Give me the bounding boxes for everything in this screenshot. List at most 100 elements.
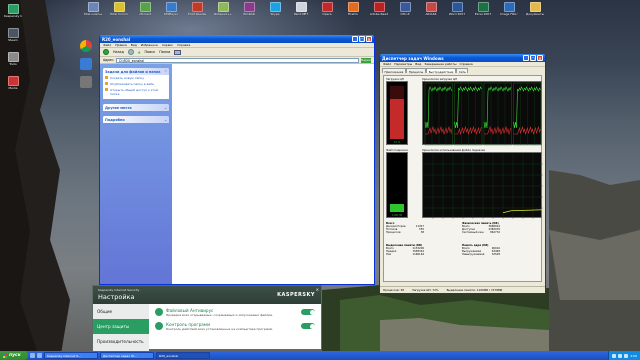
task-group-header[interactable]: Задачи для файлов и папок ⌃: [103, 68, 169, 75]
task-link[interactable]: Открыть общий доступ к этой папке: [103, 87, 169, 99]
close-button[interactable]: ×: [537, 55, 543, 61]
views-icon[interactable]: [174, 49, 182, 55]
back-arrow-icon[interactable]: [103, 49, 109, 55]
desktop-icon[interactable]: Skype: [266, 2, 284, 16]
file-antivirus-toggle[interactable]: [301, 309, 315, 315]
address-input[interactable]: D:\R20_eonshal: [116, 57, 359, 63]
desktop-icon[interactable]: Excel 2007: [474, 2, 492, 16]
tray-kaspersky-icon[interactable]: [612, 353, 617, 358]
desktop-icon[interactable]: WinRAR: [240, 2, 258, 16]
close-button[interactable]: ×: [366, 36, 372, 42]
desktop-icon[interactable]: Total Commander: [110, 2, 128, 16]
desktop-icon-label: Foxit Reader: [188, 13, 206, 16]
totals-section: Всего Дескрипторов 11307 Потоков 555 Проце…: [386, 222, 424, 234]
menu-file[interactable]: Файл: [103, 43, 111, 47]
task-group-header[interactable]: Подробно ⌄: [103, 116, 169, 123]
desktop-icon[interactable]: Firefox: [344, 2, 362, 16]
quicklaunch-desktop-icon[interactable]: [37, 353, 42, 358]
expand-icon[interactable]: ⌄: [164, 118, 167, 122]
kaspersky-header[interactable]: Kaspersky Internet Security Настройка KA…: [93, 286, 321, 304]
desktop-icon[interactable]: Kaspersky Internet: [4, 4, 22, 18]
nav-performance[interactable]: Производительность: [93, 334, 149, 349]
minimize-button[interactable]: _: [523, 55, 529, 61]
menu-options[interactable]: Параметры: [394, 62, 412, 66]
desktop-icon[interactable]: uTorrent: [136, 2, 154, 16]
minimize-button[interactable]: _: [352, 36, 358, 42]
desktop-icon[interactable]: Media: [4, 76, 22, 90]
expand-icon[interactable]: ⌄: [164, 106, 167, 110]
nav-protection-center[interactable]: Центр защиты: [93, 319, 149, 334]
task-group-header[interactable]: Другие места ⌄: [103, 104, 169, 111]
menu-tools[interactable]: Сервис: [162, 43, 173, 47]
desktop-icon-label: Firefox: [348, 13, 358, 16]
pagefile-value: 1,08 ГБ: [392, 213, 402, 217]
cpu-usage-value: 72 %: [393, 140, 401, 144]
app-icon: [529, 2, 541, 12]
menu-file[interactable]: Файл: [383, 62, 391, 66]
forward-arrow-icon[interactable]: [127, 49, 134, 55]
tray-volume-icon[interactable]: [624, 353, 629, 358]
app-icon: [7, 52, 19, 62]
search-button[interactable]: Поиск: [144, 50, 155, 54]
close-icon[interactable]: ×: [316, 287, 319, 292]
desktop-icon[interactable]: AIDA64: [422, 2, 440, 16]
menu-help[interactable]: Справка: [177, 43, 190, 47]
kaspersky-settings-window[interactable]: Kaspersky Internet Security Настройка KA…: [92, 285, 322, 351]
desktop-icon[interactable]: Opera: [318, 2, 336, 16]
app-icon[interactable]: [80, 76, 92, 88]
go-button[interactable]: Переход: [361, 57, 374, 63]
menu-view[interactable]: Вид: [131, 43, 137, 47]
app-icon: [191, 2, 203, 12]
menu-favorites[interactable]: Избранное: [141, 43, 158, 47]
app-control-toggle[interactable]: [301, 323, 315, 329]
chrome-icon[interactable]: [80, 40, 92, 52]
desktop-icon[interactable]: Notepad++: [214, 2, 232, 16]
desktop-icon[interactable]: Word 2007: [448, 2, 466, 16]
desktop-icon[interactable]: Adobe Reader: [370, 2, 388, 16]
folders-button[interactable]: Папки: [159, 50, 170, 54]
file-antivirus-icon: [155, 308, 163, 316]
tray-clock[interactable]: 4:06: [630, 354, 637, 358]
tray-network-icon[interactable]: [618, 353, 623, 358]
tab-applications[interactable]: Приложения: [382, 68, 406, 74]
file-list-area[interactable]: [172, 64, 374, 284]
cpu-history-graph: [422, 81, 542, 146]
desktop-icon[interactable]: Steam: [4, 28, 22, 42]
explorer-window[interactable]: R20_eonshal _ □ × Файл Правка Вид Избран…: [99, 35, 375, 285]
explorer-titlebar[interactable]: R20_eonshal _ □ ×: [100, 35, 374, 43]
pagefile-history-graph: [422, 152, 544, 219]
taskbar-button-kaspersky[interactable]: Kaspersky Internet S...: [44, 352, 98, 359]
nav-general[interactable]: Общие: [93, 304, 149, 319]
desktop-icon-label: AIDA64: [425, 13, 437, 16]
back-button[interactable]: Назад: [113, 50, 124, 54]
task-manager-window[interactable]: Диспетчер задач Windows _ □ × Файл Парам…: [379, 54, 546, 294]
desktop-icon[interactable]: KMPlayer: [162, 2, 180, 16]
tab-networking[interactable]: Сеть: [456, 68, 469, 74]
desktop-icon[interactable]: Документы - ярлык: [526, 2, 544, 16]
tab-processes[interactable]: Процессы: [406, 68, 426, 74]
maximize-button[interactable]: □: [530, 55, 536, 61]
protection-item-app-control: Контроль программ Контроль действий всех…: [155, 322, 315, 331]
desktop-icon[interactable]: Paint.NET: [292, 2, 310, 16]
menu-shutdown[interactable]: Завершение работы: [424, 62, 456, 66]
taskmgr-titlebar[interactable]: Диспетчер задач Windows _ □ ×: [380, 54, 545, 62]
desktop-icon[interactable]: Tools: [4, 52, 22, 66]
collapse-icon[interactable]: ⌃: [164, 70, 167, 74]
desktop-icon[interactable]: Image FRG S: [500, 2, 518, 16]
menu-view[interactable]: Вид: [415, 62, 421, 66]
menu-edit[interactable]: Правка: [115, 43, 126, 47]
taskbar-button-taskmgr[interactable]: Диспетчер задач W...: [100, 352, 154, 359]
desktop-icon[interactable]: Мой компьютер: [84, 2, 102, 16]
desktop-icon[interactable]: CPU-Z: [396, 2, 414, 16]
start-button[interactable]: пуск: [0, 351, 28, 360]
quicklaunch-ie-icon[interactable]: [30, 353, 35, 358]
maximize-button[interactable]: □: [359, 36, 365, 42]
taskbar-button-explorer[interactable]: R20_eonshal: [156, 352, 210, 359]
menu-help[interactable]: Справка: [460, 62, 473, 66]
app-icon: [425, 2, 437, 12]
explorer-task-pane: Задачи для файлов и папок ⌃ Создать новую…: [100, 64, 172, 284]
up-folder-icon[interactable]: ▲: [138, 50, 141, 54]
desktop-icon[interactable]: Foxit Reader: [188, 2, 206, 16]
app-icon[interactable]: [80, 58, 92, 70]
tab-performance[interactable]: Быстродействие: [426, 68, 456, 74]
